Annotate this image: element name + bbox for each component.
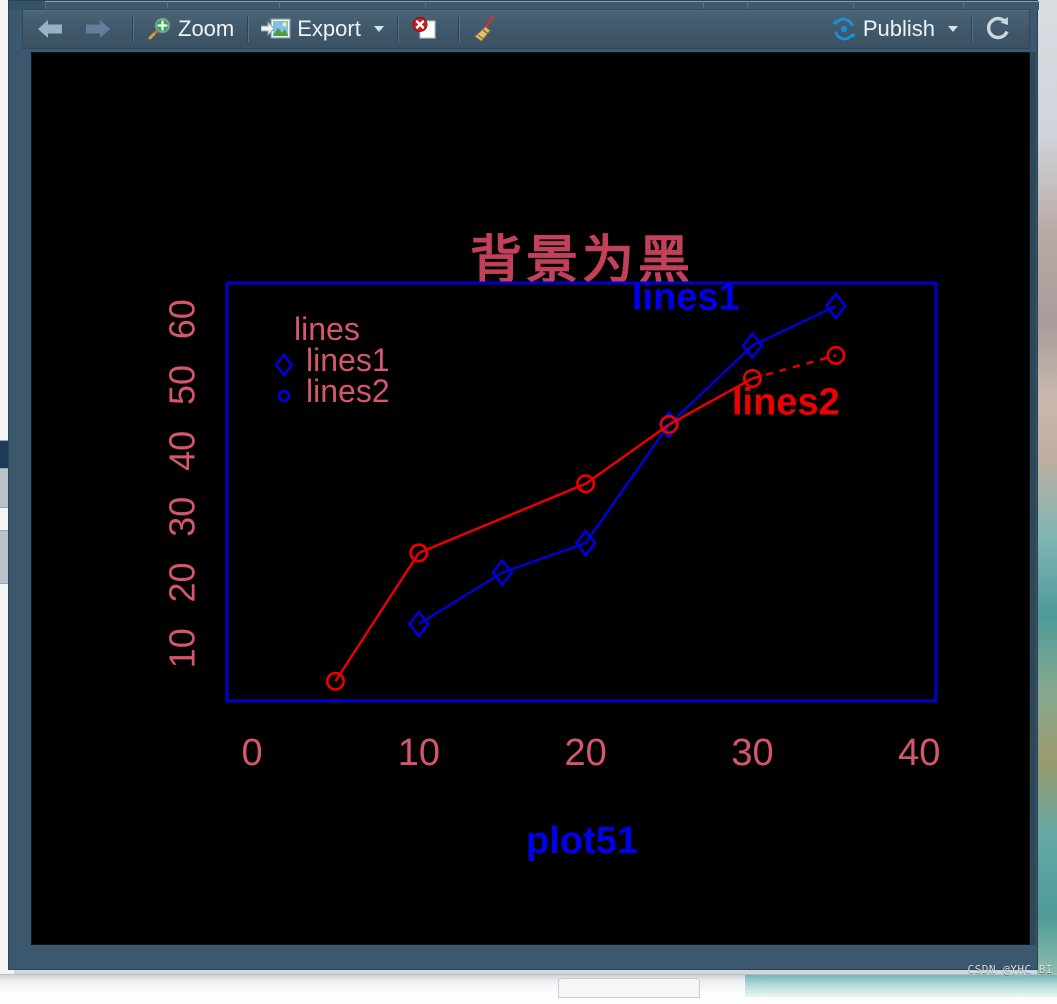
y-tick-label: 30: [161, 497, 202, 537]
y-tick-label: 40: [161, 431, 202, 471]
legend-entry-label: lines2: [306, 373, 390, 409]
chevron-down-icon[interactable]: [373, 26, 384, 32]
canvas-right-edge: [1030, 52, 1036, 945]
taskbar-item[interactable]: [558, 978, 700, 998]
forward-button[interactable]: [77, 12, 125, 46]
desktop-background: Zoom Export Publish 背景为黑 10 20 30 40 50 …: [0, 0, 1057, 1004]
back-arrow-icon: [35, 17, 65, 41]
annotation-lines2: lines2: [732, 382, 840, 424]
x-axis-title: plot51: [526, 820, 638, 862]
chevron-down-icon[interactable]: [948, 26, 958, 32]
delete-button[interactable]: [405, 12, 451, 46]
y-tick-label: 20: [162, 562, 203, 602]
plot-canvas[interactable]: 背景为黑 10 20 30 40 50 60 0 10 20 30 40 lines lines1…: [31, 52, 1030, 945]
delete-page-icon: [411, 16, 439, 42]
watermark-text: CSDN @YHC BI: [967, 963, 1053, 976]
annotation-lines1: lines1: [632, 276, 740, 318]
clear-button[interactable]: [466, 12, 510, 46]
export-image-icon: [260, 17, 291, 41]
toolbar-separator: [971, 16, 972, 42]
toolbar-separator: [132, 16, 133, 42]
taskbar-region: [745, 975, 1057, 997]
os-taskbar[interactable]: [0, 974, 1057, 1004]
y-tick-label: 10: [162, 628, 203, 668]
zoom-button[interactable]: Zoom: [140, 12, 240, 46]
plot-application-window: Zoom Export Publish 背景为黑 10 20 30 40 50 …: [8, 0, 1039, 970]
toolbar-separator: [396, 16, 398, 42]
x-tick-label: 20: [565, 732, 607, 774]
x-tick-label: 10: [398, 732, 440, 774]
publish-sync-icon: [831, 16, 857, 42]
zoom-button-label: Zoom: [178, 16, 235, 41]
publish-button[interactable]: Publish: [825, 12, 964, 46]
export-button[interactable]: Export: [255, 12, 390, 46]
magnifier-plus-icon: [146, 16, 172, 42]
toolbar-separator: [247, 16, 249, 42]
toolbar-separator: [457, 16, 459, 42]
y-tick-label: 50: [162, 365, 203, 405]
refresh-icon: [985, 15, 1011, 43]
plot-figure: 背景为黑 102030405060 0 10 20 30 40 lines lines1…: [32, 53, 1029, 944]
x-tick-label: 30: [731, 732, 773, 774]
broom-icon: [472, 15, 498, 43]
main-toolbar: Zoom Export Publish: [22, 9, 1030, 49]
desktop-wallpaper: [1037, 0, 1057, 975]
x-tick-label: 0: [241, 732, 262, 774]
forward-arrow-icon: [83, 17, 113, 41]
export-button-label: Export: [297, 16, 361, 41]
y-tick-label: 60: [162, 299, 203, 339]
back-button[interactable]: [29, 12, 77, 46]
publish-button-label: Publish: [862, 16, 935, 41]
x-tick-label: 40: [898, 732, 940, 774]
refresh-button[interactable]: [979, 12, 1023, 46]
